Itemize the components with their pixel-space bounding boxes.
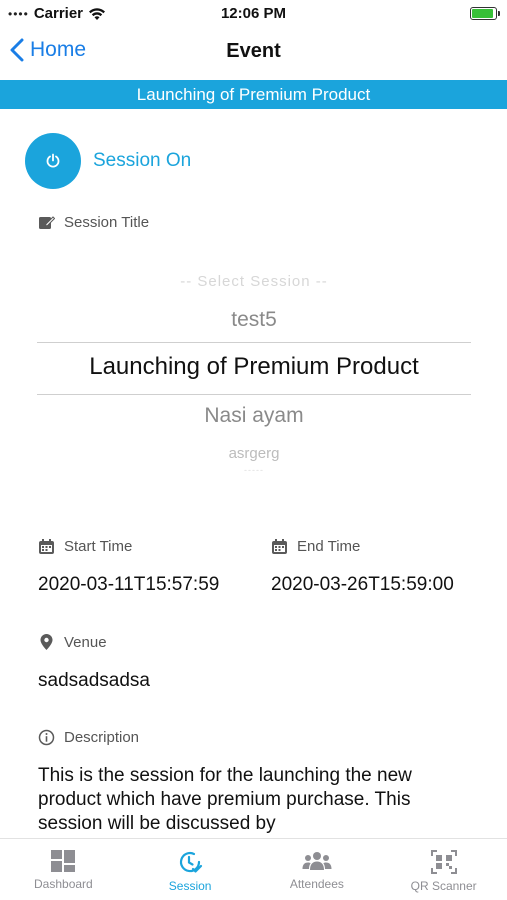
session-picker[interactable]: -- Select Session -- test5 Launching of … <box>37 262 471 492</box>
tab-label: QR Scanner <box>410 879 477 893</box>
tab-label: Attendees <box>289 877 344 891</box>
tab-bar: Dashboard Session Attendees QR Scanner <box>0 838 507 900</box>
picker-option[interactable]: ----- <box>37 465 471 475</box>
tab-session[interactable]: Session <box>127 839 254 900</box>
power-button[interactable] <box>25 133 81 189</box>
picker-option[interactable]: -- Select Session -- <box>37 273 471 290</box>
dashboard-icon <box>51 850 76 872</box>
qr-scanner-icon <box>430 850 457 874</box>
battery-charging-icon <box>470 7 500 20</box>
description-label: Description <box>38 729 139 746</box>
calendar-icon <box>39 539 54 554</box>
tab-label: Dashboard <box>34 877 93 891</box>
start-time-label-text: Start Time <box>64 538 133 555</box>
picker-option[interactable]: asrgerg <box>37 445 471 462</box>
status-time: 12:06 PM <box>220 5 287 22</box>
venue-label: Venue <box>38 633 107 651</box>
picker-option[interactable]: test5 <box>37 308 471 332</box>
picker-selected-option[interactable]: Launching of Premium Product <box>37 353 471 381</box>
location-pin-icon <box>40 634 53 650</box>
session-clock-icon <box>180 851 203 873</box>
description-text: This is the session for the launching th… <box>38 765 412 834</box>
navigation-bar: Home Event <box>0 28 507 78</box>
session-on-label: Session On <box>93 150 192 171</box>
tab-attendees[interactable]: Attendees <box>254 839 381 900</box>
calendar-icon <box>272 539 287 554</box>
page-title: Event <box>226 40 281 62</box>
start-time-value: 2020-03-11T15:57:59 <box>38 574 220 595</box>
session-title-label-text: Session Title <box>64 214 150 231</box>
session-toggle[interactable]: Session On <box>25 133 191 189</box>
picker-selection-top-line <box>37 342 471 343</box>
venue-value: sadsadsadsa <box>38 670 150 691</box>
end-time-value: 2020-03-26T15:59:00 <box>271 574 454 595</box>
venue-label-text: Venue <box>64 633 107 651</box>
status-bar: •••• Carrier 12:06 PM <box>0 0 507 28</box>
edit-icon <box>39 216 55 229</box>
start-time-label: Start Time <box>38 538 132 555</box>
end-time-label: End Time <box>271 538 360 555</box>
power-icon <box>46 153 60 168</box>
picker-option[interactable]: Nasi ayam <box>37 404 471 428</box>
picker-selection-bottom-line <box>37 394 471 395</box>
tab-dashboard[interactable]: Dashboard <box>0 839 127 900</box>
tab-label: Session <box>168 879 212 893</box>
attendees-icon <box>302 852 332 870</box>
session-title-label: Session Title <box>38 214 149 231</box>
description-label-text: Description <box>64 729 140 746</box>
tab-qr-scanner[interactable]: QR Scanner <box>380 839 507 900</box>
end-time-label-text: End Time <box>297 538 361 555</box>
event-banner: Launching of Premium Product <box>0 80 507 109</box>
info-icon <box>38 729 55 746</box>
